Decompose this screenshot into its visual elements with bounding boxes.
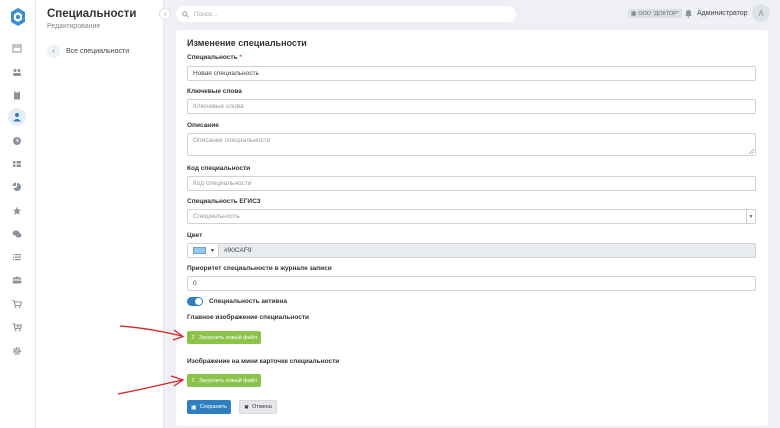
floppy-disk-icon: ▣	[191, 404, 197, 411]
bell-icon[interactable]	[684, 9, 693, 18]
list-icon[interactable]	[8, 248, 26, 266]
save-button[interactable]: ▣ Сохранить	[187, 400, 232, 414]
code-label: Код специальности	[187, 165, 251, 172]
annotation-arrow-2	[117, 375, 185, 395]
specialty-label: Специальность *	[187, 54, 242, 61]
cart-plus-icon[interactable]	[8, 318, 26, 336]
section-panel: Специальности Редактирование ‹ Все специ…	[36, 0, 164, 428]
avatar[interactable]: A	[752, 4, 770, 22]
code-input[interactable]: Код специальности	[187, 176, 756, 191]
section-title: Специальности	[47, 8, 137, 20]
table-icon[interactable]	[8, 155, 26, 173]
cancel-button-label: Отмена	[252, 404, 272, 410]
edit-specialty-form: Изменение специальности Специальность * …	[176, 30, 768, 426]
calendar-icon[interactable]	[8, 39, 26, 57]
collapse-panel-button[interactable]: ‹	[159, 8, 171, 20]
upload-mini-image-label: Загрузить новый файл	[199, 377, 258, 384]
specialty-name-input[interactable]: Новая специальность	[187, 66, 756, 81]
close-icon: ✖	[244, 404, 250, 411]
description-textarea[interactable]: Описание специальности	[187, 133, 756, 156]
user-icon[interactable]	[8, 108, 26, 126]
pie-chart-icon[interactable]	[8, 178, 26, 196]
organization-badge[interactable]: ▦ ООО "ДОКТОР"	[628, 9, 682, 18]
search-icon	[182, 10, 189, 18]
upload-icon: ⇪	[191, 335, 197, 341]
building-icon: ▦	[631, 10, 637, 17]
search-input[interactable]: Поиск...	[176, 6, 516, 22]
gear-icon[interactable]	[8, 342, 26, 360]
clipboard-icon[interactable]	[8, 86, 26, 104]
search-placeholder: Поиск...	[194, 10, 218, 18]
caret-down-icon: ▼	[746, 210, 755, 223]
star-icon[interactable]	[8, 202, 26, 220]
active-toggle-label: Специальность активна	[209, 298, 287, 305]
egisz-placeholder: Специальность	[193, 213, 240, 220]
priority-input[interactable]: 0	[187, 276, 756, 291]
egisz-label: Специальность ЕГИСЗ	[187, 198, 261, 205]
user-name[interactable]: Администратор	[697, 10, 748, 17]
color-picker-field: ▼ #90CAF9	[187, 243, 756, 258]
color-label: Цвет	[187, 232, 203, 239]
specialty-label-text: Специальность	[187, 54, 238, 61]
chevron-left-icon: ‹	[47, 45, 60, 58]
active-toggle-row: Специальность активна	[187, 297, 287, 306]
resize-handle-icon[interactable]	[748, 148, 754, 154]
egisz-select[interactable]: Специальность ▼	[187, 209, 756, 224]
nav-rail	[0, 0, 36, 428]
description-placeholder: Описание специальности	[193, 137, 271, 144]
clock-icon[interactable]	[8, 132, 26, 150]
color-swatch-button[interactable]: ▼	[188, 244, 219, 257]
upload-mini-image-button[interactable]: ⇪ Загрузить новый файл	[187, 374, 262, 387]
main-image-label: Главное изображение специальности	[187, 314, 310, 321]
keywords-input[interactable]: Ключевые слова	[187, 99, 756, 114]
upload-main-image-label: Загрузить новый файл	[199, 334, 258, 341]
cart-icon[interactable]	[8, 295, 26, 313]
color-value[interactable]: #90CAF9	[224, 247, 251, 254]
caret-down-icon: ▼	[210, 247, 215, 254]
cancel-button[interactable]: ✖ Отмена	[239, 400, 277, 414]
organization-name: ООО "ДОКТОР"	[638, 10, 679, 17]
upload-main-image-button[interactable]: ⇪ Загрузить новый файл	[187, 331, 262, 344]
active-toggle[interactable]	[187, 297, 203, 306]
priority-label: Приоритет специальности в журнале записи	[187, 265, 332, 272]
section-subtitle: Редактирование	[47, 23, 101, 30]
toggle-knob	[195, 298, 202, 305]
group-icon[interactable]	[8, 271, 26, 289]
app-logo-icon[interactable]	[8, 7, 28, 27]
required-mark: *	[239, 54, 242, 61]
description-label: Описание	[187, 122, 219, 129]
form-title: Изменение специальности	[187, 38, 307, 48]
keywords-label: Ключевые слова	[187, 88, 242, 95]
upload-icon: ⇪	[191, 378, 197, 384]
save-button-label: Сохранить	[199, 404, 228, 410]
users-icon[interactable]	[8, 63, 26, 81]
comments-icon[interactable]	[8, 225, 26, 243]
back-to-all-specialties-link[interactable]: ‹ Все специальности	[47, 45, 129, 58]
mini-image-label: Изображение на мини карточке специальнос…	[187, 358, 340, 365]
color-swatch	[193, 247, 206, 254]
back-link-label: Все специальности	[66, 48, 130, 55]
annotation-arrow-1	[119, 325, 185, 341]
